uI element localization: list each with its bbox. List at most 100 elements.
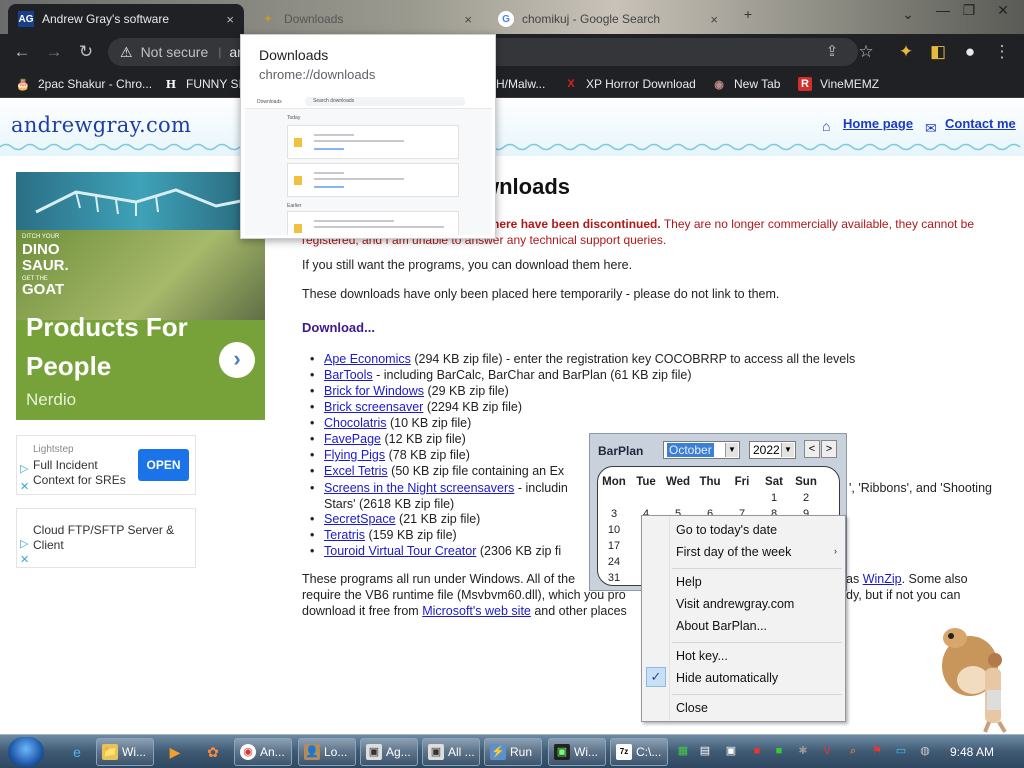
taskbar-button-7zip[interactable]: 7z C:\... — [610, 738, 668, 766]
download-link[interactable]: Touroid Virtual Tour Creator — [324, 544, 476, 558]
taskbar-button-ag[interactable]: ▣ Ag... — [360, 738, 418, 766]
ad-close-icon[interactable]: ✕ — [20, 480, 30, 493]
tab-andrew-gray[interactable]: AG Andrew Gray's software × — [8, 4, 244, 34]
tray-green-icon[interactable]: ■ — [772, 744, 786, 758]
taskbar-clock[interactable]: 9:48 AM — [950, 745, 994, 759]
calendar-day[interactable]: 2 — [790, 492, 822, 504]
tab-google-search[interactable]: G chomikuj - Google Search × — [488, 4, 728, 34]
taskbar-button-all[interactable]: ▣ All ... — [422, 738, 480, 766]
download-link[interactable]: Brick for Windows — [324, 384, 424, 398]
tray-search-icon[interactable]: ⌕ — [846, 744, 860, 758]
menu-item-go-to-today[interactable]: Go to today's date — [676, 523, 777, 537]
menu-item-close[interactable]: Close — [676, 701, 708, 715]
tray-flag-icon[interactable]: ⚑ — [870, 744, 884, 758]
download-link[interactable]: SecretSpace — [324, 512, 396, 526]
tray-monitor-icon[interactable]: ▭ — [894, 744, 908, 758]
restore-button[interactable]: ❐ — [956, 2, 982, 22]
download-link[interactable]: Chocolatris — [324, 416, 387, 430]
tray-network-icon[interactable]: ▦ — [676, 744, 690, 758]
bookmark-funny[interactable]: H FUNNY SI — [164, 76, 242, 92]
month-select[interactable]: October ▼ — [663, 441, 740, 459]
start-button-icon[interactable] — [8, 737, 44, 767]
chrome-menu-icon[interactable]: ⋮ — [992, 42, 1012, 62]
back-arrow-icon[interactable]: ← — [12, 42, 32, 62]
weekday-header: Mon — [602, 476, 626, 488]
tab-close-icon[interactable]: × — [226, 12, 234, 27]
tray-gear-icon[interactable]: ✱ — [796, 744, 810, 758]
app-icon[interactable]: ✿ — [204, 743, 222, 761]
taskbar-button-lo[interactable]: 👤 Lo... — [298, 738, 356, 766]
ad-play-icon[interactable]: ▷ — [20, 537, 30, 550]
media-player-icon[interactable]: ▶ — [166, 743, 184, 761]
microsoft-link[interactable]: Microsoft's web site — [422, 604, 531, 618]
calendar-day[interactable]: 31 — [598, 572, 630, 584]
extensions-puzzle-icon[interactable]: ✦ — [896, 42, 916, 62]
menu-item-hot-key[interactable]: Hot key... — [676, 649, 728, 663]
close-window-button[interactable]: ✕ — [990, 2, 1016, 22]
ftp-server-ad[interactable]: Cloud FTP/SFTP Server & Client ▷ ✕ — [16, 508, 196, 568]
tray-speaker-icon[interactable]: ◍ — [918, 744, 932, 758]
tray-red-icon[interactable]: ■ — [750, 744, 764, 758]
tab-downloads[interactable]: ✦ Downloads × — [250, 4, 482, 34]
open-ad-button[interactable]: OPEN — [138, 449, 189, 481]
tab-search-icon[interactable]: ⌄ — [895, 6, 921, 26]
download-link[interactable]: FavePage — [324, 432, 381, 446]
calendar-day[interactable]: 10 — [598, 524, 630, 536]
home-page-link[interactable]: Home page — [843, 116, 913, 131]
ad-close-icon[interactable]: ✕ — [20, 553, 30, 566]
menu-item-visit-site[interactable]: Visit andrewgray.com — [676, 597, 794, 611]
download-link[interactable]: BarTools — [324, 368, 373, 382]
contact-me-link[interactable]: Contact me — [945, 116, 1016, 131]
winzip-link[interactable]: WinZip — [863, 572, 902, 586]
profile-avatar-icon[interactable]: ● — [960, 42, 980, 62]
tray-window-icon[interactable]: ▤ — [698, 744, 712, 758]
bookmark-xp-horror[interactable]: X XP Horror Download — [564, 76, 696, 92]
share-icon[interactable]: ⇪ — [822, 42, 842, 62]
tab-close-icon[interactable]: × — [464, 12, 472, 27]
bookmark-star-icon[interactable]: ☆ — [856, 42, 876, 62]
next-month-button[interactable]: > — [821, 440, 837, 458]
calendar-day[interactable]: 17 — [598, 540, 630, 552]
menu-item-hide-automatically[interactable]: Hide automatically — [676, 671, 778, 685]
site-logo[interactable]: andrewgray.com — [11, 113, 191, 137]
calendar-day[interactable]: 3 — [598, 508, 630, 520]
calendar-day[interactable]: 1 — [758, 492, 790, 504]
new-tab-button[interactable]: + — [735, 6, 761, 26]
tab-close-icon[interactable]: × — [710, 12, 718, 27]
download-link[interactable]: Ape Economics — [324, 352, 411, 366]
download-link[interactable]: Teratris — [324, 528, 365, 542]
taskbar-button-explorer[interactable]: 📁 Wi... — [96, 738, 154, 766]
ad-next-arrow-icon[interactable]: › — [219, 342, 255, 378]
side-panel-icon[interactable]: ◧ — [928, 42, 948, 62]
taskbar-button-wi[interactable]: ▣ Wi... — [548, 738, 606, 766]
download-link[interactable]: Screens in the Night screensavers — [324, 481, 514, 495]
lightstep-ad[interactable]: Lightstep Full Incident Context for SREs… — [16, 435, 196, 495]
menu-item-first-day-of-week[interactable]: First day of the week — [676, 545, 836, 559]
menu-item-about[interactable]: About BarPlan... — [676, 619, 767, 633]
taskbar-button-chrome[interactable]: ◉ An... — [234, 738, 292, 766]
tray-calendar-icon[interactable]: ▣ — [724, 744, 738, 758]
download-link[interactable]: Excel Tetris — [324, 464, 388, 478]
warning-triangle-icon: ⚠ — [120, 43, 133, 60]
bookmark-2pac[interactable]: 🎂 2pac Shakur - Chro... — [16, 76, 152, 92]
forward-arrow-icon[interactable]: → — [44, 42, 64, 62]
bookmark-malware[interactable]: H/Malw... — [496, 76, 545, 92]
download-link[interactable]: Brick screensaver — [324, 400, 423, 414]
previous-month-button[interactable]: < — [804, 440, 820, 458]
menu-item-help[interactable]: Help — [676, 575, 702, 589]
ad-play-icon[interactable]: ▷ — [20, 462, 30, 475]
reload-icon[interactable]: ↻ — [76, 42, 96, 62]
bookmark-new-tab[interactable]: ◉ New Tab — [712, 76, 780, 92]
nerdio-ad[interactable]: DITCH YOUR DINO SAUR. GET THE GOAT Produ… — [16, 172, 265, 420]
minimize-button[interactable]: — — [930, 2, 956, 22]
menu-item-label: First day of the week — [676, 545, 792, 559]
year-select[interactable]: 2022 ▼ — [749, 441, 796, 459]
calendar-day[interactable]: 24 — [598, 556, 630, 568]
bookmark-vinememz[interactable]: R VineMEMZ — [798, 76, 879, 92]
taskbar-button-run[interactable]: ⚡ Run — [484, 738, 542, 766]
internet-explorer-icon[interactable]: e — [68, 743, 86, 761]
footer-line-1: These programs all run under Windows. Al… — [302, 572, 575, 586]
list-item: Brick screensaver (2294 KB zip file) — [310, 400, 1014, 416]
tray-v-icon[interactable]: V — [820, 744, 834, 758]
download-link[interactable]: Flying Pigs — [324, 448, 385, 462]
